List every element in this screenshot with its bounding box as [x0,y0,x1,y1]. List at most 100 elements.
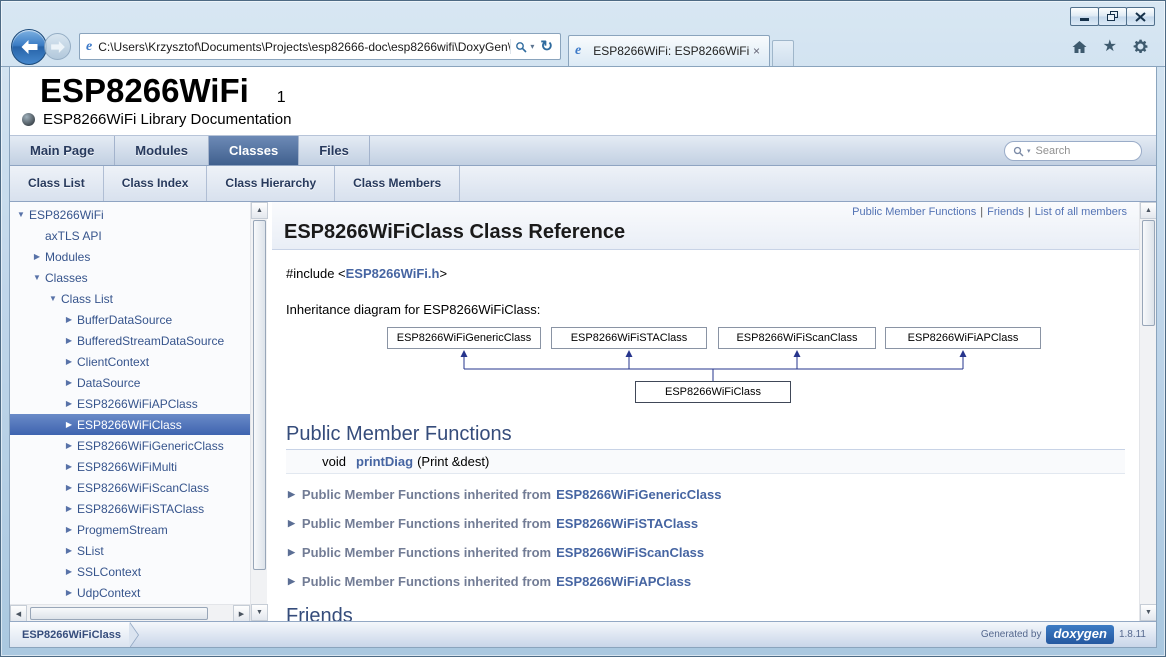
sidebar-item-esp8266wifigenericclass[interactable]: ▶ESP8266WiFiGenericClass [10,435,250,456]
chevron-right-icon[interactable]: ▶ [62,399,76,408]
browser-tab[interactable]: e ESP8266WiFi: ESP8266WiFi... × [568,35,770,66]
tab-modules[interactable]: Modules [115,136,209,165]
chevron-right-icon[interactable]: ▶ [62,504,76,513]
inherited-section-ap[interactable]: ▶ Public Member Functions inherited from… [286,569,1125,593]
sidebar-tree: ▼ESP8266WiFi axTLS API ▶Modules ▼Classes… [10,202,250,621]
settings-gear-icon[interactable] [1132,38,1149,55]
link-public-member-functions[interactable]: Public Member Functions [852,206,976,218]
scroll-down-arrow-icon[interactable]: ▼ [1140,604,1156,621]
scroll-left-arrow-icon[interactable]: ◀ [10,605,27,621]
refresh-icon[interactable]: ↻ [537,39,556,54]
new-tab-button[interactable] [772,40,794,66]
favorites-star-icon[interactable]: ★ [1103,39,1117,55]
chevron-right-icon[interactable]: ▶ [62,357,76,366]
chevron-down-icon[interactable]: ▼ [30,273,44,282]
sidebar-item-axtls-api[interactable]: axTLS API [10,225,250,246]
chevron-right-icon[interactable]: ▶ [62,336,76,345]
sidebar-horizontal-scrollbar[interactable]: ◀ ▶ [10,604,250,621]
sidebar-item-udpcontext[interactable]: ▶UdpContext [10,582,250,603]
minimize-button[interactable] [1070,7,1099,26]
chevron-down-icon[interactable]: ▼ [14,210,28,219]
include-file-link[interactable]: ESP8266WiFi.h [346,266,440,281]
chevron-right-icon[interactable]: ▶ [30,252,44,261]
member-name-link[interactable]: printDiag [356,454,413,469]
tab-class-hierarchy[interactable]: Class Hierarchy [207,166,335,201]
search-filter-caret-icon[interactable]: ▾ [1027,147,1031,155]
sidebar-item-esp8266wifi[interactable]: ▼ESP8266WiFi [10,204,250,225]
search-box[interactable]: ▾ [1004,141,1142,161]
address-bar-tools: ▾ ↻ [510,39,556,54]
tab-main-page[interactable]: Main Page [10,136,115,165]
chevron-down-icon[interactable]: ▼ [46,294,60,303]
inherited-class-link[interactable]: ESP8266WiFiSTAClass [556,516,698,531]
tab-class-members[interactable]: Class Members [335,166,460,201]
inherited-section-sta[interactable]: ▶ Public Member Functions inherited from… [286,511,1125,535]
scroll-down-arrow-icon[interactable]: ▼ [251,604,268,621]
content-vertical-scrollbar[interactable]: ▲ ▼ [1139,202,1156,621]
search-dropdown-icon[interactable]: ▾ [530,42,534,51]
sidebar-item-classes[interactable]: ▼Classes [10,267,250,288]
close-button[interactable] [1126,7,1155,26]
back-button[interactable] [11,29,47,65]
address-bar[interactable]: e C:\Users\Krzysztof\Documents\Projects\… [79,33,561,60]
search-icon[interactable] [515,41,527,53]
tab-files[interactable]: Files [299,136,370,165]
sidebar-item-bufferedstreamdatasource[interactable]: ▶BufferedStreamDataSource [10,330,250,351]
inherited-class-link[interactable]: ESP8266WiFiGenericClass [556,487,721,502]
diagram-box-staclass[interactable]: ESP8266WiFiSTAClass [551,327,707,349]
breadcrumb[interactable]: ESP8266WiFiClass [10,622,129,647]
link-all-members[interactable]: List of all members [1035,206,1127,218]
home-icon[interactable] [1071,39,1088,55]
diagram-box-genericclass[interactable]: ESP8266WiFiGenericClass [387,327,541,349]
chevron-right-icon[interactable]: ▶ [62,378,76,387]
restore-button[interactable] [1098,7,1127,26]
sidebar-item-sslcontext[interactable]: ▶SSLContext [10,561,250,582]
tab-close-icon[interactable]: × [750,44,763,58]
sidebar-item-clientcontext[interactable]: ▶ClientContext [10,351,250,372]
sidebar-vertical-scrollbar[interactable]: ▲ ▼ [250,202,267,621]
chevron-right-icon[interactable]: ▶ [62,588,76,597]
chevron-right-icon[interactable]: ▶ [62,525,76,534]
tab-classes[interactable]: Classes [209,136,299,165]
diagram-box-wificlass[interactable]: ESP8266WiFiClass [635,381,791,403]
chevron-right-icon[interactable]: ▶ [62,567,76,576]
inherited-class-link[interactable]: ESP8266WiFiScanClass [556,545,704,560]
chevron-right-icon[interactable]: ▶ [62,546,76,555]
inherited-class-link[interactable]: ESP8266WiFiAPClass [556,574,691,589]
sidebar-item-progmemstream[interactable]: ▶ProgmemStream [10,519,250,540]
sidebar-item-datasource[interactable]: ▶DataSource [10,372,250,393]
sidebar-item-bufferdatasource[interactable]: ▶BufferDataSource [10,309,250,330]
doxygen-logo[interactable]: doxygen [1046,625,1113,644]
diagram-box-scanclass[interactable]: ESP8266WiFiScanClass [718,327,876,349]
scrollbar-thumb[interactable] [30,607,208,620]
tab-class-index[interactable]: Class Index [104,166,208,201]
sidebar-item-esp8266wifimulti[interactable]: ▶ESP8266WiFiMulti [10,456,250,477]
chevron-right-icon[interactable]: ▶ [62,315,76,324]
search-input[interactable] [1034,144,1133,158]
link-friends[interactable]: Friends [987,206,1024,218]
address-url[interactable]: C:\Users\Krzysztof\Documents\Projects\es… [98,40,510,54]
inherited-section-generic[interactable]: ▶ Public Member Functions inherited from… [286,482,1125,506]
scroll-up-arrow-icon[interactable]: ▲ [1140,202,1156,219]
tab-class-list[interactable]: Class List [10,166,104,201]
sidebar-item-esp8266wifiscanclass[interactable]: ▶ESP8266WiFiScanClass [10,477,250,498]
chevron-right-icon[interactable]: ▶ [62,441,76,450]
sidebar-item-modules[interactable]: ▶Modules [10,246,250,267]
scroll-up-arrow-icon[interactable]: ▲ [251,202,268,219]
page-viewport: ESP8266WiFi 1 ESP8266WiFi Library Docume… [9,67,1157,648]
chevron-right-icon[interactable]: ▶ [62,420,76,429]
sidebar-item-esp8266wifistaclass[interactable]: ▶ESP8266WiFiSTAClass [10,498,250,519]
scroll-right-arrow-icon[interactable]: ▶ [233,605,250,621]
sidebar-item-esp8266wificlass[interactable]: ▶ESP8266WiFiClass [10,414,250,435]
scrollbar-thumb[interactable] [253,220,266,570]
diagram-box-apclass[interactable]: ESP8266WiFiAPClass [885,327,1041,349]
sidebar-item-esp8266wifiapclass[interactable]: ▶ESP8266WiFiAPClass [10,393,250,414]
page-title: ESP8266WiFiClass Class Reference [284,221,1127,244]
sidebar-item-slist[interactable]: ▶SList [10,540,250,561]
chevron-right-icon[interactable]: ▶ [62,462,76,471]
forward-button[interactable] [44,33,71,60]
sidebar-item-class-list[interactable]: ▼Class List [10,288,250,309]
scrollbar-thumb[interactable] [1142,220,1155,326]
inherited-section-scan[interactable]: ▶ Public Member Functions inherited from… [286,540,1125,564]
chevron-right-icon[interactable]: ▶ [62,483,76,492]
